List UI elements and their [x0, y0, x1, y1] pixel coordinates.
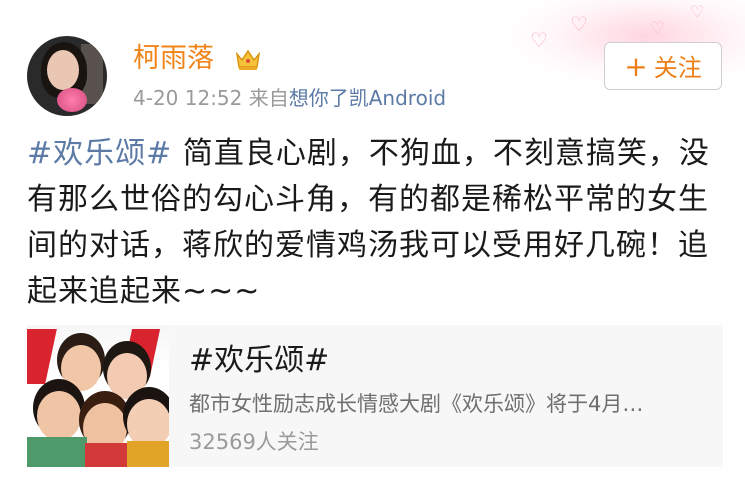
avatar[interactable] — [27, 36, 107, 116]
topic-card[interactable]: #欢乐颂# 都市女性励志成长情感大剧《欢乐颂》将于4月… 32569人关注 — [27, 325, 723, 467]
card-follower-count: 32569人关注 — [189, 430, 319, 454]
source-prefix: 来自 — [248, 86, 289, 110]
username[interactable]: 柯雨落 — [133, 41, 214, 77]
post-time: 4-20 12:52 — [133, 86, 243, 110]
hashtag-link[interactable]: #欢乐颂# — [27, 136, 172, 171]
card-title: #欢乐颂# — [189, 343, 330, 378]
plus-icon: + — [624, 50, 648, 83]
topic-thumbnail — [27, 325, 169, 467]
heart-icon: ♡ — [530, 28, 548, 52]
source-link[interactable]: 想你了凯Android — [289, 86, 446, 110]
card-description: 都市女性励志成长情感大剧《欢乐颂》将于4月… — [189, 392, 644, 416]
heart-icon: ♡ — [690, 2, 705, 21]
follow-label: 关注 — [653, 54, 702, 82]
follow-button[interactable]: + 关注 — [604, 42, 722, 90]
heart-icon: ♡ — [570, 12, 588, 36]
post-body: #欢乐颂# 简直良心剧，不狗血，不刻意搞笑，没有那么世俗的勾心斗角，有的都是稀松… — [27, 131, 727, 315]
post-meta: 4-20 12:52 来自想你了凯Android — [133, 84, 446, 112]
heart-icon: ♡ — [650, 18, 665, 37]
crown-icon — [235, 49, 261, 70]
